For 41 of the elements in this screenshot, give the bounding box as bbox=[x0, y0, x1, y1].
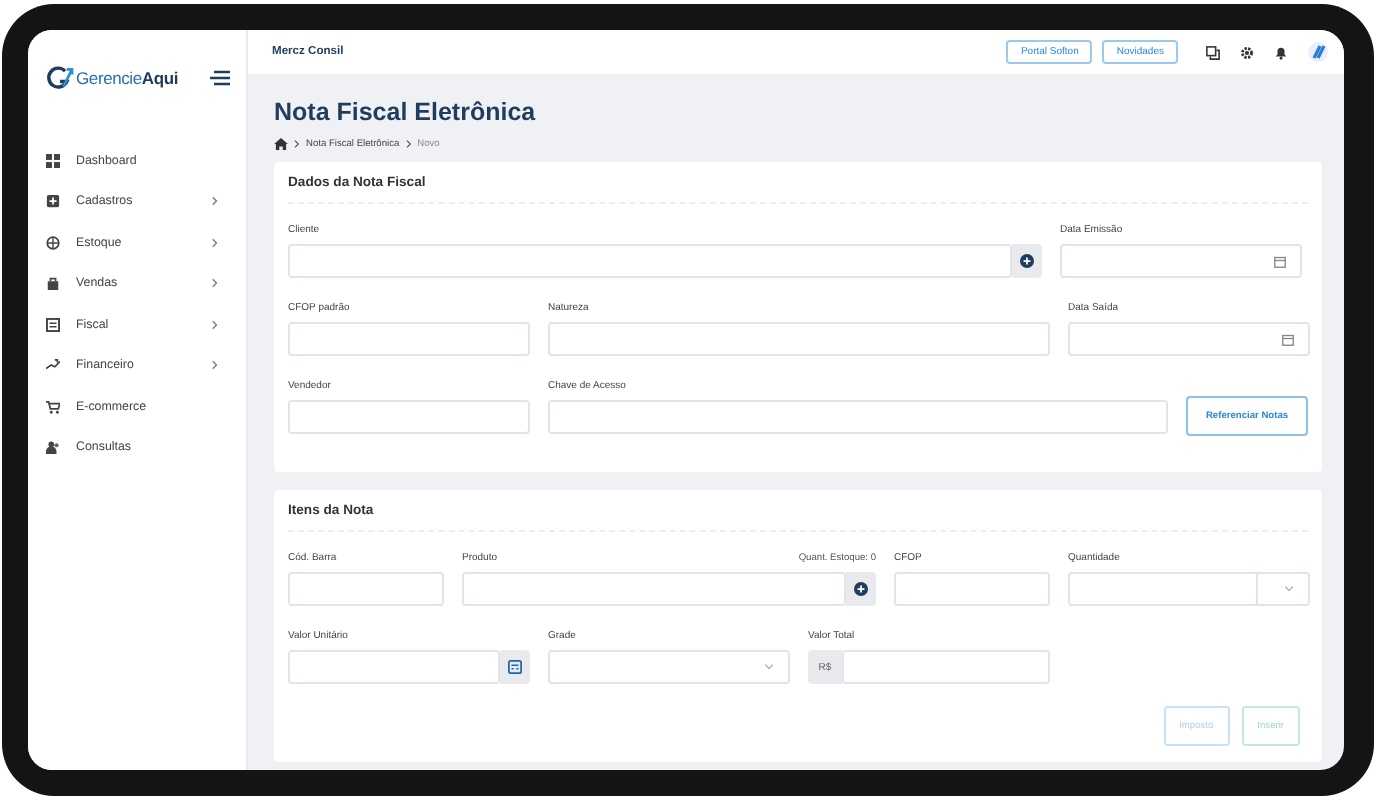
avatar-icon[interactable] bbox=[1308, 42, 1328, 62]
add-button[interactable] bbox=[1012, 244, 1042, 278]
cart-icon bbox=[46, 399, 60, 414]
input-field[interactable] bbox=[894, 572, 1050, 606]
input-field[interactable] bbox=[288, 572, 444, 606]
input-field[interactable] bbox=[548, 322, 1050, 356]
input-field[interactable] bbox=[288, 244, 1012, 278]
chevron-right-icon bbox=[405, 140, 412, 148]
home-icon[interactable] bbox=[274, 138, 288, 150]
people-icon bbox=[46, 440, 60, 455]
bag-icon bbox=[46, 276, 60, 291]
page-title: Nota Fiscal Eletrônica bbox=[274, 98, 538, 128]
date-field[interactable] bbox=[1068, 322, 1310, 356]
input-field[interactable] bbox=[462, 572, 846, 606]
dropdown-field[interactable] bbox=[548, 650, 790, 684]
input-field[interactable] bbox=[548, 400, 1168, 434]
settings-icon[interactable] bbox=[1240, 45, 1254, 59]
grid-icon bbox=[46, 153, 60, 168]
copy-icon[interactable] bbox=[1206, 45, 1220, 59]
plus-circle-icon bbox=[1020, 254, 1034, 268]
logo-text: GerencieAqui bbox=[76, 67, 178, 87]
input-field[interactable] bbox=[288, 322, 530, 356]
bell-icon[interactable] bbox=[1274, 45, 1288, 59]
dropdown-field[interactable] bbox=[1068, 572, 1310, 606]
input-field[interactable] bbox=[288, 650, 500, 684]
calculator-icon bbox=[508, 660, 522, 674]
date-field[interactable] bbox=[1060, 244, 1302, 278]
menu-icon[interactable] bbox=[210, 69, 230, 85]
chevron-down-icon bbox=[1284, 586, 1294, 592]
input-field[interactable] bbox=[288, 400, 530, 434]
chevron-down-icon bbox=[764, 664, 774, 670]
logo-icon bbox=[46, 65, 74, 89]
plus-circle-icon bbox=[854, 582, 868, 596]
calendar-icon bbox=[1274, 255, 1286, 267]
calendar-icon bbox=[1282, 333, 1294, 345]
chevron-right-icon bbox=[294, 140, 300, 148]
input-field[interactable] bbox=[842, 650, 1050, 684]
plus-square-icon bbox=[46, 194, 60, 209]
add-button[interactable] bbox=[846, 572, 876, 606]
document-icon bbox=[46, 317, 60, 332]
calculator-button[interactable] bbox=[500, 650, 530, 684]
